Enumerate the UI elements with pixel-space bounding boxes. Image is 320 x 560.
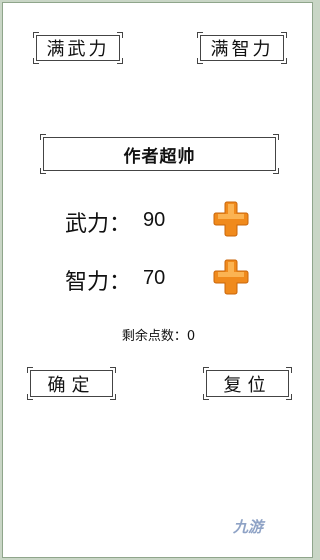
add-force-button[interactable] (211, 199, 251, 239)
max-force-button[interactable]: 满武力 (33, 32, 123, 64)
watermark: 九游 (233, 518, 264, 536)
intellect-value: 70 (143, 267, 166, 289)
max-intellect-button[interactable]: 满智力 (197, 32, 287, 64)
reset-label: 复位 (223, 374, 272, 396)
max-intellect-label: 满智力 (210, 39, 274, 60)
force-label: 武力： (65, 212, 132, 237)
add-intellect-button[interactable] (211, 257, 251, 297)
author-label: 作者超帅 (123, 146, 196, 167)
remaining-points: 剩余点数：0 (3, 325, 314, 344)
confirm-label: 确定 (47, 374, 96, 396)
max-force-label: 满武力 (46, 39, 110, 60)
reset-button[interactable]: 复位 (203, 367, 292, 400)
force-value: 90 (143, 209, 166, 231)
remaining-label: 剩余点数： (121, 329, 187, 344)
game-panel: 满武力 满智力 作者超帅 武力： 90 智力： 70 剩余点数：0 确定 复位 … (2, 2, 313, 558)
plus-icon (213, 201, 249, 237)
plus-icon (213, 259, 249, 295)
intellect-label: 智力： (65, 270, 132, 295)
confirm-button[interactable]: 确定 (27, 367, 116, 400)
remaining-value: 0 (186, 329, 196, 344)
author-button[interactable]: 作者超帅 (40, 134, 279, 174)
